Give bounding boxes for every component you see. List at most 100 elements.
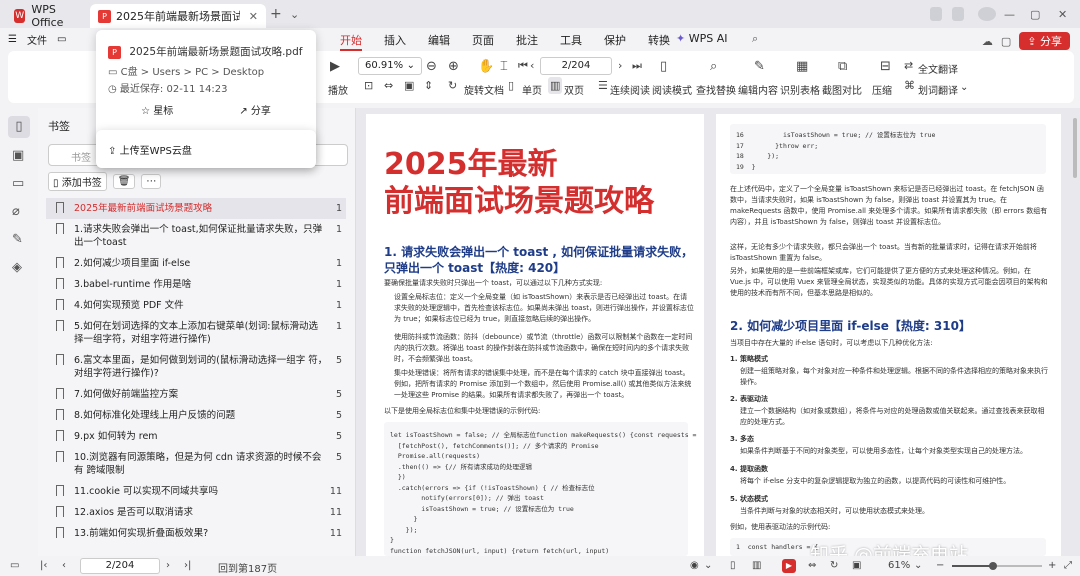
page-number-input[interactable]: 2/204 bbox=[540, 57, 612, 75]
tab-edit[interactable]: 编辑 bbox=[428, 32, 450, 51]
prev-page-icon[interactable]: ‹ bbox=[530, 59, 534, 72]
zoom-slider[interactable] bbox=[952, 562, 1042, 570]
upload-cloud-popup[interactable]: ⇪ 上传至WPS云盘 bbox=[96, 130, 316, 168]
bookmark-item[interactable]: 3.babel-runtime 作用是啥 1 bbox=[46, 274, 346, 295]
file-menu[interactable]: 文件 bbox=[27, 32, 47, 47]
delete-bookmark-button[interactable]: 🗑 bbox=[112, 174, 136, 189]
rotate-icon[interactable]: ↻ bbox=[448, 79, 457, 92]
chevron-down-icon[interactable]: ⌄ bbox=[290, 8, 299, 21]
tab-page[interactable]: 页面 bbox=[472, 32, 494, 51]
wps-ai-button[interactable]: ✦ WPS AI bbox=[676, 32, 727, 45]
last-page-icon[interactable]: ⏭ bbox=[632, 59, 642, 73]
double-page-button[interactable]: 双页 bbox=[564, 82, 584, 97]
chevron-down-icon[interactable]: ⌄ bbox=[960, 82, 968, 93]
play-icon[interactable]: ▶ bbox=[782, 559, 796, 573]
bookmark-item[interactable]: 10.浏览器有同源策略，但是为何 cdn 请求资源的时候不会有 跨域限制 5 bbox=[46, 447, 346, 481]
bookmark-item[interactable]: 6.富文本里面，是如何做到划词的(鼠标滑动选择一组字 符，对组字符进行操作)? 5 bbox=[46, 350, 346, 384]
attachment-icon[interactable]: ⌀ bbox=[12, 204, 20, 219]
fit-height-icon[interactable]: ⇕ bbox=[424, 79, 433, 92]
continuous-icon[interactable]: ☰ bbox=[598, 79, 608, 92]
crop-compare-icon[interactable]: ⧉ bbox=[838, 59, 847, 74]
bookmark-item[interactable]: 8.如何标准化处理线上用户反馈的问题 5 bbox=[46, 405, 346, 426]
bookmark-item[interactable]: 12.axios 是否可以取消请求 11 bbox=[46, 502, 346, 523]
tab-tools[interactable]: 工具 bbox=[560, 32, 582, 51]
document-scrollbar[interactable] bbox=[1073, 118, 1077, 178]
bookmark-item[interactable]: 9.px 如何转为 rem 5 bbox=[46, 426, 346, 447]
fit-page-icon[interactable]: ▣ bbox=[852, 560, 861, 571]
play-icon[interactable]: ▶ bbox=[330, 59, 340, 74]
bookmark-panel-icon[interactable]: ▯ bbox=[8, 116, 30, 138]
fit-width-icon[interactable]: ⇔ bbox=[808, 560, 816, 571]
zoom-select[interactable]: 60.91% ⌄ bbox=[358, 57, 422, 75]
zoom-slider-handle[interactable] bbox=[988, 562, 997, 570]
status-page-input[interactable]: 2/204 bbox=[80, 558, 160, 574]
add-bookmark-button[interactable]: ▯ 添加书签 bbox=[48, 172, 107, 191]
comment-icon[interactable]: ▢ bbox=[1001, 35, 1011, 48]
read-mode-button[interactable]: 阅读模式 bbox=[652, 82, 692, 97]
share-button[interactable]: ⇪ 分享 bbox=[1019, 32, 1070, 50]
zoom-in-icon[interactable]: + bbox=[1048, 560, 1056, 571]
layers-icon[interactable]: ◈ bbox=[12, 260, 22, 275]
next-page-icon[interactable]: › bbox=[166, 560, 170, 571]
bookmark-item[interactable]: 13.前端如何实现折叠面板效果? 11 bbox=[46, 523, 346, 544]
bookmark-item[interactable]: 7.如何做好前端监控方案 5 bbox=[46, 384, 346, 405]
document-view[interactable]: 2025年最新 前端面试场景题攻略 1. 请求失败会弹出一个 toast , 如… bbox=[356, 108, 1080, 565]
fit-page-icon[interactable]: ▣ bbox=[404, 79, 414, 92]
avatar[interactable] bbox=[978, 7, 996, 21]
eye-icon[interactable]: ◉ bbox=[690, 560, 699, 571]
ocr-table-button[interactable]: 识别表格 bbox=[780, 82, 820, 97]
fit-width-icon[interactable]: ⇔ bbox=[384, 79, 393, 92]
minimize-icon[interactable]: — bbox=[1004, 8, 1015, 21]
continuous-read-button[interactable]: 连续阅读 bbox=[610, 82, 650, 97]
single-page-button[interactable]: 单页 bbox=[522, 82, 542, 97]
bookmark-item[interactable]: 2.如何减少项目里面 if-else 1 bbox=[46, 253, 346, 274]
star-button[interactable]: ☆ 星标 bbox=[141, 102, 173, 117]
first-page-icon[interactable]: |‹ bbox=[40, 560, 47, 571]
comment-icon[interactable]: ▭ bbox=[12, 176, 24, 191]
tab-wps-office[interactable]: W WPS Office bbox=[6, 3, 88, 29]
bookmark-item[interactable]: 1.请求失败会弹出一个 toast,如何保证批量请求失败，只弹出一个toast 1 bbox=[46, 219, 346, 253]
select-tool-icon[interactable]: ⌶ bbox=[500, 59, 508, 74]
tab-protect[interactable]: 保护 bbox=[604, 32, 626, 51]
hand-tool-icon[interactable]: ✋ bbox=[478, 59, 494, 74]
rotate-button[interactable]: 旋转文档 bbox=[464, 82, 504, 97]
word-translate-button[interactable]: 划词翻译 bbox=[918, 82, 958, 97]
read-mode-icon[interactable]: ▯ bbox=[660, 59, 667, 74]
find-replace-button[interactable]: 查找替换 bbox=[696, 82, 736, 97]
tab-review[interactable]: 批注 bbox=[516, 32, 538, 51]
single-page-icon[interactable]: ▯ bbox=[730, 560, 736, 571]
full-translate-button[interactable]: 全文翻译 bbox=[918, 61, 958, 76]
maximize-icon[interactable]: ▢ bbox=[1030, 8, 1040, 21]
fullscreen-icon[interactable]: ⤢ bbox=[1064, 560, 1072, 571]
double-page-icon[interactable]: ▥ bbox=[548, 77, 563, 94]
single-page-icon[interactable]: ▯ bbox=[508, 79, 514, 92]
compress-button[interactable]: 压缩 bbox=[872, 82, 892, 97]
hamburger-icon[interactable]: ☰ bbox=[8, 34, 17, 45]
signature-icon[interactable]: ✎ bbox=[12, 232, 23, 247]
tab-convert[interactable]: 转换 bbox=[648, 32, 670, 51]
tab-home[interactable]: 开始 bbox=[340, 32, 362, 51]
chevron-down-icon[interactable]: ⌄ bbox=[914, 560, 922, 571]
sidebar-toggle-icon[interactable] bbox=[930, 7, 942, 21]
close-tab-icon[interactable]: ✕ bbox=[249, 10, 258, 23]
popup-share-button[interactable]: ↗ 分享 bbox=[239, 102, 271, 117]
edit-content-icon[interactable]: ✎ bbox=[754, 59, 765, 74]
thumbnail-icon[interactable]: ▣ bbox=[12, 148, 24, 163]
compress-icon[interactable]: ⊟ bbox=[880, 59, 891, 74]
ocr-table-icon[interactable]: ▦ bbox=[796, 59, 808, 74]
zoom-out-icon[interactable]: ⊖ bbox=[426, 59, 437, 74]
last-page-icon[interactable]: ›| bbox=[184, 560, 191, 571]
actual-size-icon[interactable]: ⊡ bbox=[364, 79, 373, 92]
rotate-icon[interactable]: ↻ bbox=[830, 560, 838, 571]
bookmark-item[interactable]: 5.如何在划词选择的文本上添加右键菜单(划词:鼠标滑动选 择一组字符，对组字符进… bbox=[46, 316, 346, 350]
translate-icon[interactable]: ⇄ bbox=[904, 59, 913, 72]
find-replace-icon[interactable]: ⌕ bbox=[710, 59, 717, 74]
bookmark-item[interactable]: 2025年最新前端面试场景题攻略 1 bbox=[46, 198, 346, 219]
sidebar-toggle-icon[interactable]: ▭ bbox=[10, 560, 19, 571]
play-button[interactable]: 播放 bbox=[328, 82, 348, 97]
search-icon[interactable]: ⌕ bbox=[752, 32, 758, 46]
edit-content-button[interactable]: 编辑内容 bbox=[738, 82, 778, 97]
cloud-icon[interactable]: ☁ bbox=[982, 35, 993, 48]
chevron-down-icon[interactable]: ⌄ bbox=[704, 560, 712, 571]
word-translate-icon[interactable]: ⌘ bbox=[904, 79, 915, 92]
